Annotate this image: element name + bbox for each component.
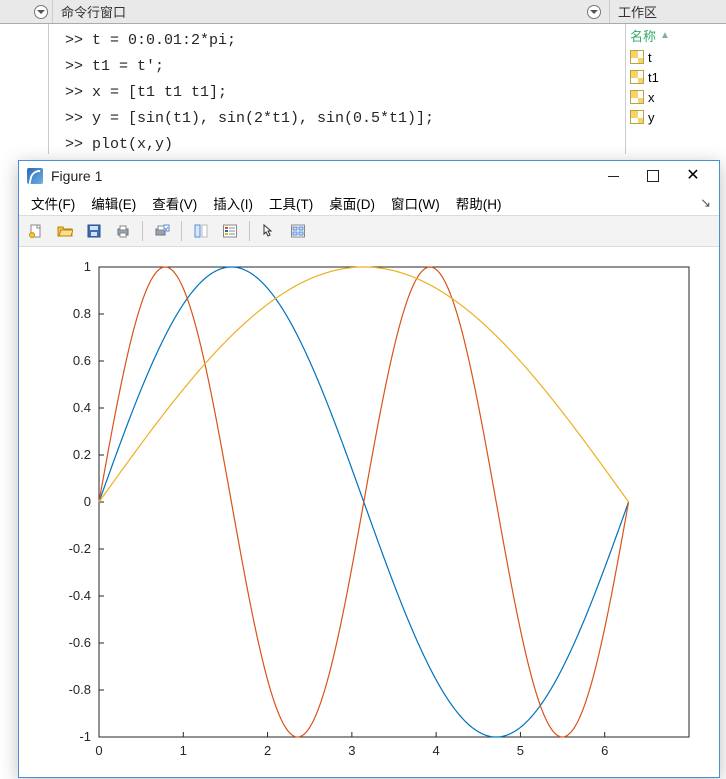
new-icon	[28, 223, 44, 239]
y-tick-label: -0.6	[69, 635, 91, 650]
save-button[interactable]	[81, 218, 107, 244]
top-panel-bodies: >> t = 0:0.01:2*pi;>> t1 = t';>> x = [t1…	[0, 24, 726, 154]
datacursor-icon	[193, 223, 209, 239]
legend-icon	[222, 223, 238, 239]
dropdown-icon[interactable]	[587, 5, 601, 19]
figprint-button[interactable]	[149, 218, 175, 244]
y-tick-label: -1	[79, 729, 91, 744]
variable-icon	[630, 90, 644, 104]
sort-asc-icon: ▲	[660, 30, 670, 41]
y-tick-label: -0.4	[69, 588, 91, 603]
command-window[interactable]: >> t = 0:0.01:2*pi;>> t1 = t';>> x = [t1…	[49, 24, 626, 154]
x-tick-label: 2	[264, 743, 271, 758]
menu-item[interactable]: 查看(V)	[144, 191, 205, 215]
figprint-icon	[154, 223, 170, 239]
dropdown-icon[interactable]	[34, 5, 48, 19]
workspace-panel: 名称 ▲ t t1 xy	[626, 24, 726, 154]
workspace-title: 工作区	[618, 2, 718, 21]
command-line: >> plot(x,y)	[65, 132, 625, 154]
save-icon	[86, 223, 102, 239]
menu-item[interactable]: 工具(T)	[261, 191, 321, 215]
command-window-header: 命令行窗口	[53, 0, 610, 23]
figure-toolbar	[19, 216, 719, 247]
minimize-icon	[608, 176, 619, 177]
print-button[interactable]	[110, 218, 136, 244]
legend-button[interactable]	[217, 218, 243, 244]
menu-item[interactable]: 编辑(E)	[83, 191, 144, 215]
workspace-header: 工作区	[610, 0, 726, 23]
workspace-variable[interactable]: x	[626, 87, 726, 107]
chevron-icon[interactable]: ↘	[696, 195, 715, 211]
minimize-button[interactable]	[593, 162, 633, 190]
close-button[interactable]: ✕	[673, 162, 713, 190]
command-line: >> x = [t1 t1 t1];	[65, 80, 625, 106]
arrow-button[interactable]	[256, 218, 282, 244]
workspace-column-label: 名称	[630, 26, 656, 45]
open-button[interactable]	[52, 218, 78, 244]
x-tick-label: 6	[601, 743, 608, 758]
menu-item[interactable]: 插入(I)	[205, 191, 261, 215]
figure-menubar: 文件(F)编辑(E)查看(V)插入(I)工具(T)桌面(D)窗口(W)帮助(H)…	[19, 191, 719, 216]
y-tick-label: 0.4	[73, 400, 91, 415]
matlab-icon	[27, 168, 43, 184]
y-tick-label: 0	[84, 494, 91, 509]
axes-box	[99, 267, 689, 737]
variable-name: t	[648, 50, 652, 65]
top-panel-headers: 命令行窗口 工作区	[0, 0, 726, 24]
command-line: >> t1 = t';	[65, 54, 625, 80]
print-icon	[115, 223, 131, 239]
workspace-variable[interactable]: t	[626, 47, 726, 67]
open-icon	[57, 223, 73, 239]
workspace-variable[interactable]: y	[626, 107, 726, 127]
datacursor-button[interactable]	[188, 218, 214, 244]
toolbar-separator	[249, 221, 250, 241]
figure-title: Figure 1	[51, 168, 593, 184]
toolbar-separator	[142, 221, 143, 241]
menu-item[interactable]: 文件(F)	[23, 191, 83, 215]
y-tick-label: 0.2	[73, 447, 91, 462]
y-tick-label: -0.2	[69, 541, 91, 556]
variable-icon	[630, 50, 644, 64]
linked-button[interactable]	[285, 218, 311, 244]
figure-titlebar[interactable]: Figure 1 ✕	[19, 161, 719, 191]
new-button[interactable]	[23, 218, 49, 244]
command-window-title: 命令行窗口	[61, 2, 587, 21]
x-tick-label: 4	[433, 743, 440, 758]
toolbar-separator	[181, 221, 182, 241]
figure-axes[interactable]: 0 1 2 3 4 5 6 -1 -0.8 -0.6 -0.4 -0.2 0 0.2 0.4 0.6 0.8 1	[19, 247, 719, 777]
arrow-icon	[261, 223, 277, 239]
x-tick-label: 1	[180, 743, 187, 758]
y-tick-label: 0.8	[73, 306, 91, 321]
x-tick-label: 0	[95, 743, 102, 758]
x-tick-label: 5	[517, 743, 524, 758]
x-tick-label: 3	[348, 743, 355, 758]
menu-item[interactable]: 窗口(W)	[383, 191, 448, 215]
close-icon: ✕	[686, 168, 699, 184]
variable-name: x	[648, 90, 655, 105]
maximize-button[interactable]	[633, 162, 673, 190]
maximize-icon	[647, 170, 659, 182]
command-line: >> y = [sin(t1), sin(2*t1), sin(0.5*t1)]…	[65, 106, 625, 132]
linked-icon	[290, 223, 306, 239]
menu-item[interactable]: 桌面(D)	[321, 191, 383, 215]
variable-name: t1	[648, 70, 659, 85]
command-line: >> t = 0:0.01:2*pi;	[65, 28, 625, 54]
y-tick-label: 1	[84, 259, 91, 274]
menu-item[interactable]: 帮助(H)	[448, 191, 510, 215]
current-folder-body	[0, 24, 49, 154]
variable-icon	[630, 110, 644, 124]
y-tick-label: 0.6	[73, 353, 91, 368]
workspace-column-name[interactable]: 名称 ▲	[626, 24, 726, 47]
variable-icon	[630, 70, 644, 84]
workspace-variable[interactable]: t1	[626, 67, 726, 87]
current-folder-header	[0, 0, 53, 23]
figure-window[interactable]: Figure 1 ✕ 文件(F)编辑(E)查看(V)插入(I)工具(T)桌面(D…	[18, 160, 720, 778]
y-tick-label: -0.8	[69, 682, 91, 697]
variable-name: y	[648, 110, 655, 125]
